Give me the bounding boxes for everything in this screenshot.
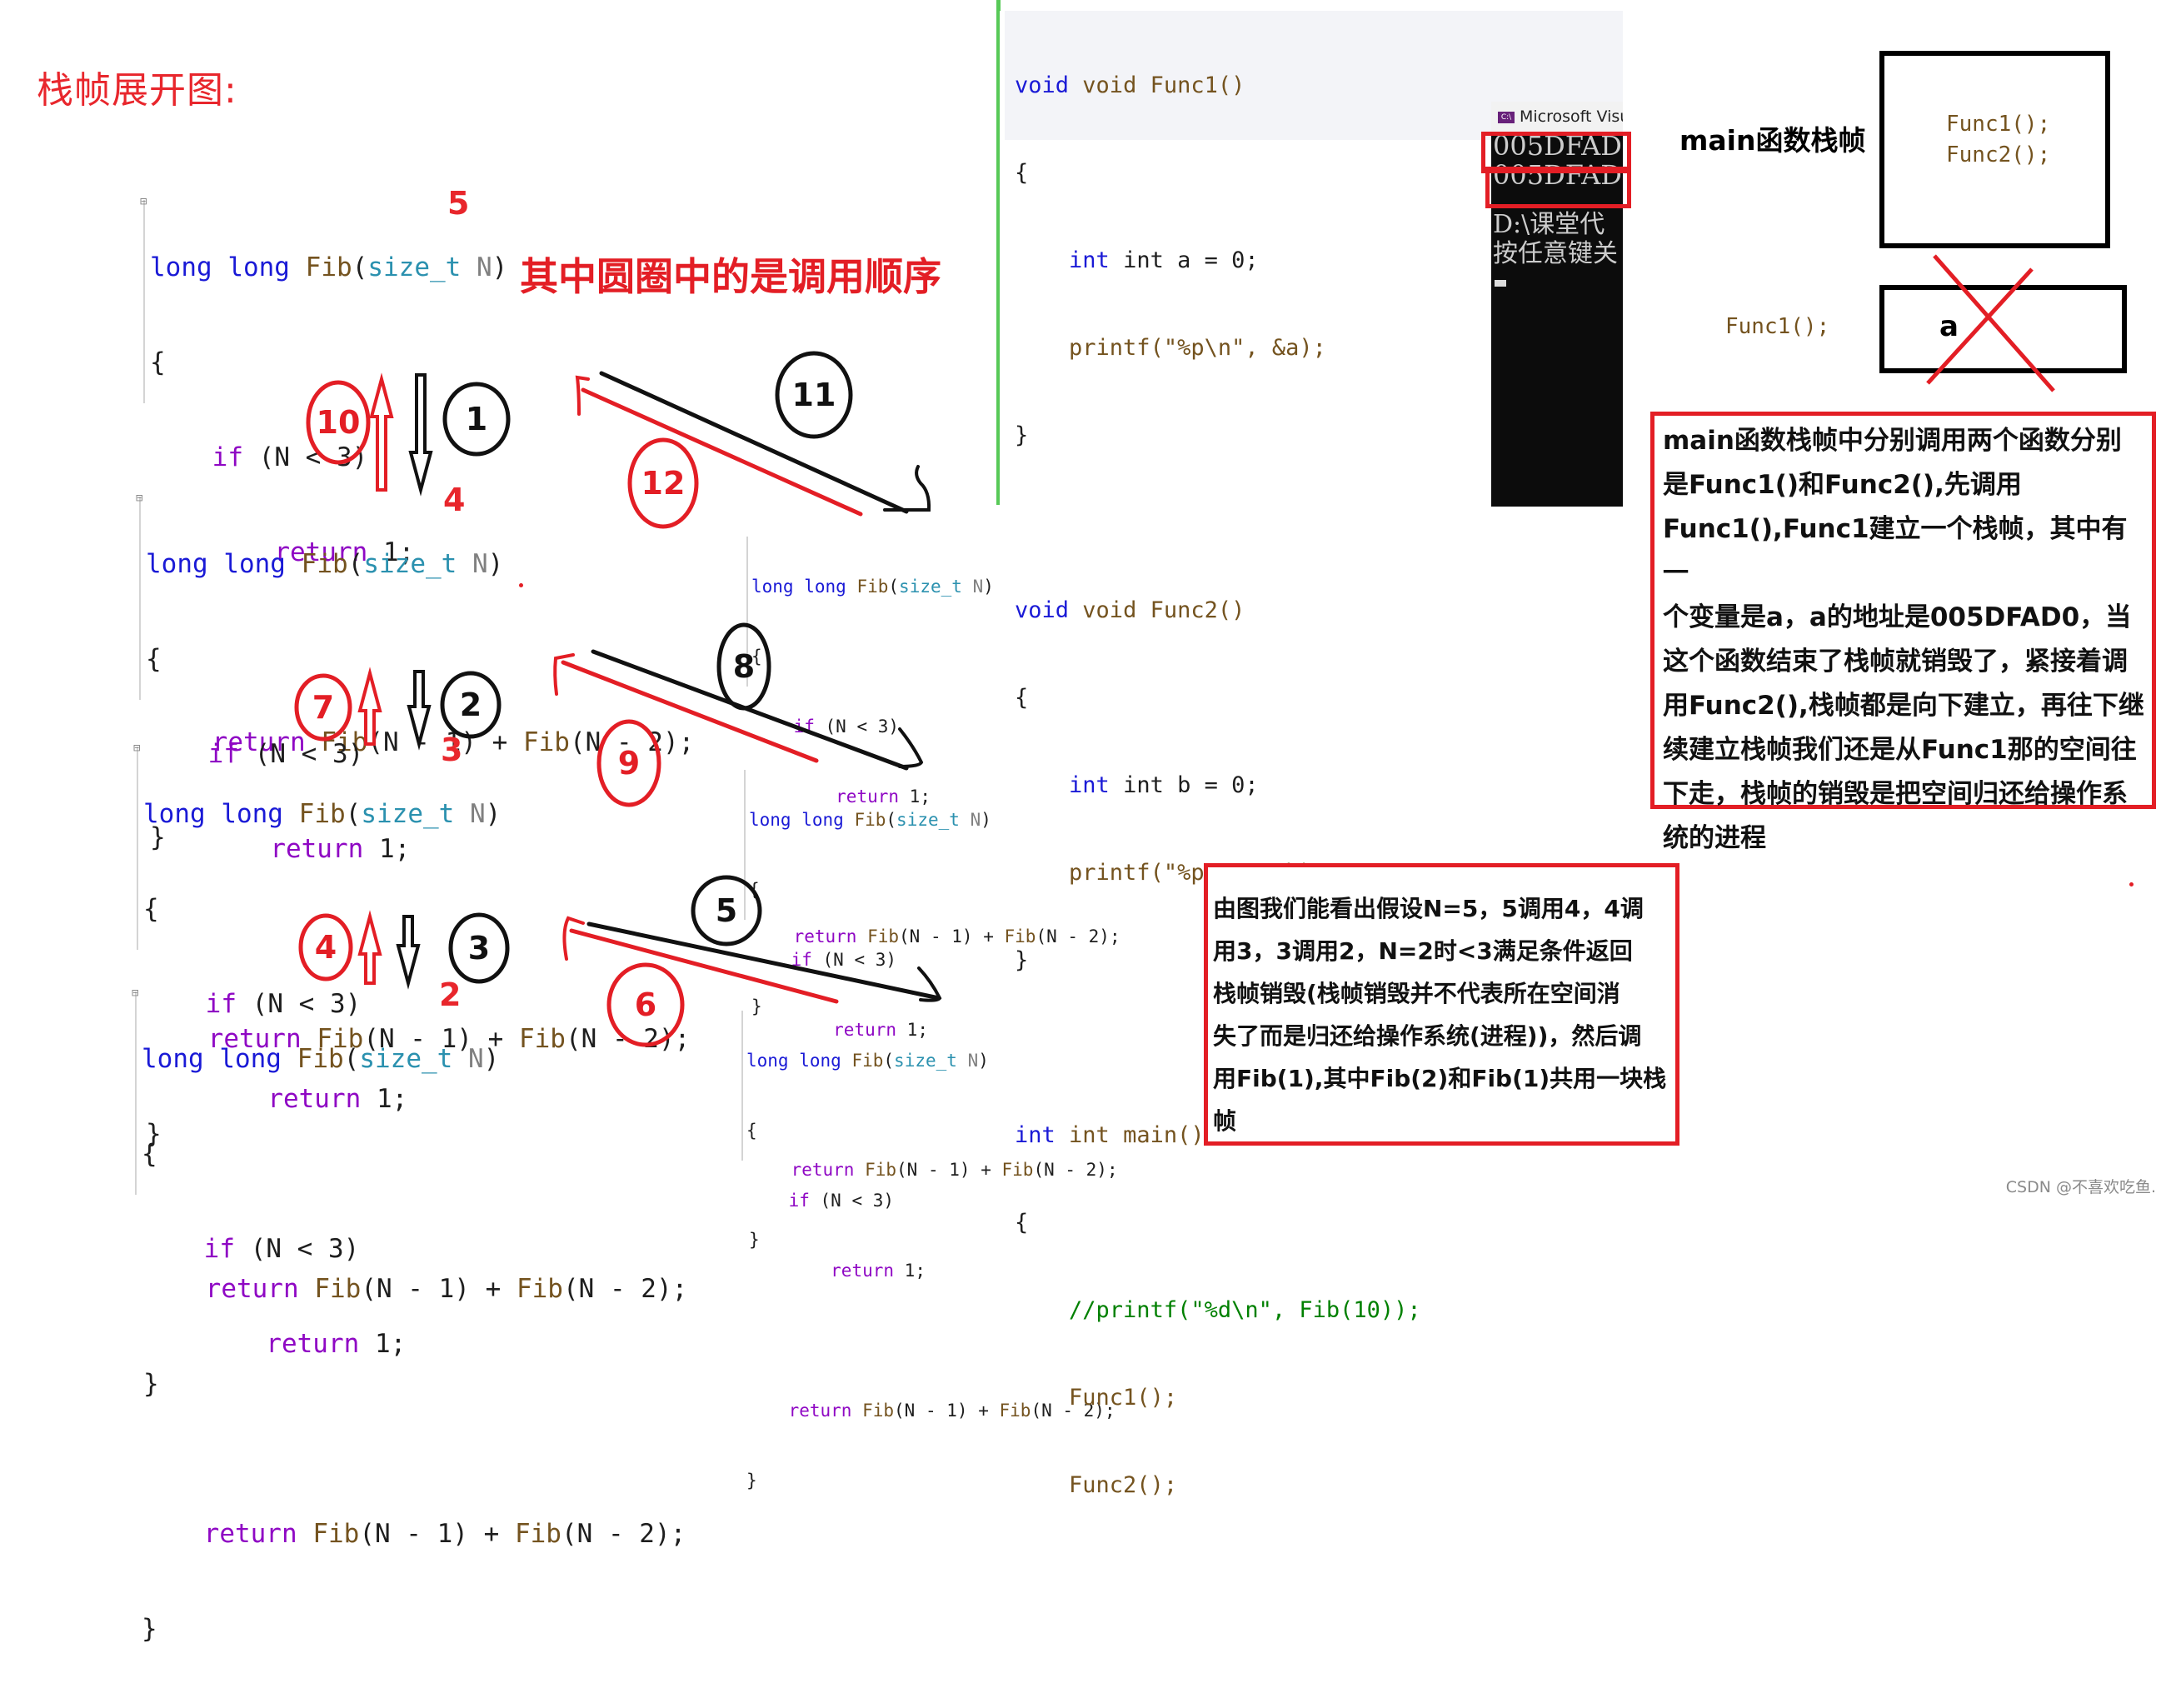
circle-step-red: 9 <box>618 745 640 782</box>
circle-step-black: 2 <box>460 687 482 723</box>
arrow-head-icon <box>898 727 924 768</box>
annotation-overlay: 123581146791012 <box>294 254 2055 1047</box>
main-comment: //printf("%d\n", Fib(10)); <box>1069 1297 1421 1323</box>
down-arrow-icon <box>407 670 432 751</box>
circle-step-black: 3 <box>468 930 490 966</box>
up-arrow-icon <box>357 667 382 746</box>
circle-step-red: 4 <box>315 929 337 966</box>
main-call-func2: Func2(); <box>1069 1472 1178 1498</box>
circle-step-black: 5 <box>716 892 737 929</box>
main-call-func1: Func1(); <box>1069 1385 1178 1411</box>
down-arrow-icon <box>408 373 433 497</box>
destroyed-frame-cross <box>1926 267 2034 385</box>
arrow-head-icon <box>562 916 585 961</box>
fib-base-return: return 1; <box>266 1329 407 1359</box>
up-arrow-icon <box>357 910 382 985</box>
up-arrow-icon <box>369 372 394 492</box>
circle-step-black: 11 <box>792 377 836 413</box>
fib-if-line: if (N < 3) <box>203 1234 360 1264</box>
circle-step-black: 8 <box>733 648 755 685</box>
fib-recursive-return: return Fib(N - 1) + Fib(N - 2); <box>203 1519 686 1549</box>
circle-step-black: 1 <box>466 401 487 437</box>
circle-step-red: 6 <box>635 986 656 1023</box>
circle-step-red: 7 <box>312 689 334 726</box>
destroyed-frame-cross <box>1933 254 2055 392</box>
arrow-head-icon <box>575 375 590 416</box>
circle-step-red: 10 <box>317 404 361 441</box>
circle-step-red: 12 <box>641 465 686 502</box>
down-arrow-icon <box>396 915 421 990</box>
